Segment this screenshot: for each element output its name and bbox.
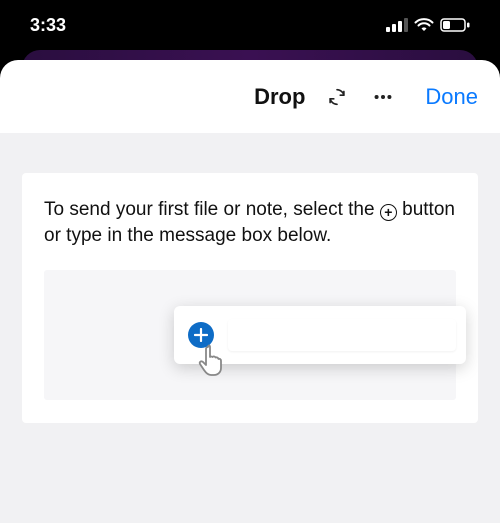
status-icons [386,18,470,32]
page-title: Drop [254,84,305,110]
battery-icon [440,18,470,32]
sync-button[interactable] [323,83,351,111]
sheet-header: Drop Done [0,60,500,133]
sync-icon [326,86,348,108]
more-button[interactable] [369,83,397,111]
plus-icon [194,328,208,342]
plus-circle-icon [380,204,397,221]
status-bar: 3:33 [0,0,500,50]
content-area: To send your first file or note, select … [0,133,500,523]
pointer-hand-icon [196,342,232,387]
ellipsis-icon [372,86,394,108]
wifi-icon [414,18,434,32]
onboarding-card: To send your first file or note, select … [22,173,478,423]
onboarding-text-part1: To send your first file or note, select … [44,199,375,220]
cellular-icon [386,18,408,32]
status-time: 3:33 [30,15,66,36]
done-button[interactable]: Done [425,84,478,110]
message-input[interactable] [228,319,456,351]
onboarding-text: To send your first file or note, select … [44,197,456,248]
onboarding-illustration [44,270,456,400]
